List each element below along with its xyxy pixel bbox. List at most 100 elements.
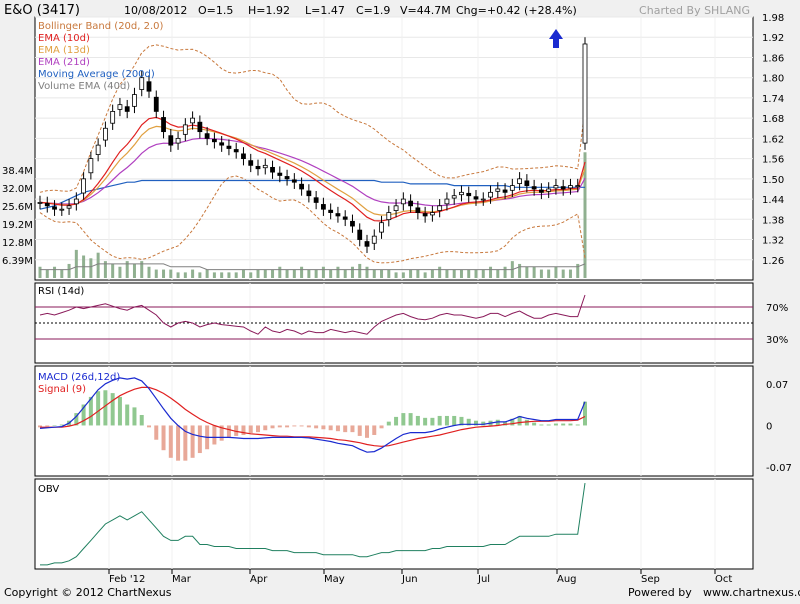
candle-body <box>350 220 355 227</box>
macd-histogram-bar <box>306 425 311 428</box>
volume-bar <box>474 269 478 278</box>
volume-bar <box>198 272 202 278</box>
candle-body <box>44 203 50 207</box>
candle-body <box>539 189 544 193</box>
macd-histogram-bar <box>444 415 449 426</box>
volume-bar <box>518 263 522 278</box>
macd-histogram-bar <box>117 396 122 426</box>
volume-bar <box>314 269 318 278</box>
chart-window: E&O (3417) 10/08/2012 O=1.5 H=1.92 L=1.4… <box>0 0 800 600</box>
candle-body <box>466 192 472 197</box>
candle-body <box>473 196 479 200</box>
change-label: Chg=+0.42 (+28.4%) <box>456 4 577 17</box>
macd-histogram-bar <box>386 421 391 426</box>
candle-body <box>386 212 392 221</box>
candle-body <box>437 205 443 211</box>
price-axis: 1.98 1.92 1.86 1.80 1.74 1.68 1.62 1.56 1.50 1.44… <box>762 13 784 267</box>
legend-entry: EMA (13d) <box>38 45 90 56</box>
candle-body <box>488 191 493 198</box>
volume-bar <box>53 266 57 278</box>
candle-body <box>509 185 515 191</box>
candle-body <box>568 185 573 189</box>
macd-histogram-bar <box>343 425 348 433</box>
macd-histogram-bar <box>292 425 297 427</box>
volume-bar <box>387 269 391 278</box>
candle-body <box>219 142 225 146</box>
macd-histogram-bar <box>45 425 50 427</box>
volume-tick-label: 38.4M <box>2 166 33 177</box>
charted-by-label: Charted By SHLANG <box>639 4 750 17</box>
candle-body <box>284 176 290 180</box>
volume-tick-label: 25.6M <box>2 202 33 213</box>
candle-body <box>204 133 210 139</box>
macd-histogram-bar <box>96 391 101 426</box>
volume-bar <box>147 266 151 278</box>
volume-bar <box>74 249 78 278</box>
low-label: L=1.47 <box>305 4 345 17</box>
rsi-panel <box>34 282 754 364</box>
volume-bar <box>220 272 224 278</box>
macd-histogram-bar <box>103 390 108 426</box>
volume-bar <box>227 272 231 278</box>
candle-body <box>560 186 566 190</box>
volume-bar <box>452 269 456 278</box>
legend-entry: EMA (10d) <box>38 33 90 44</box>
macd-histogram-bar <box>437 415 442 426</box>
macd-histogram-bar <box>314 425 319 429</box>
candle-body <box>335 213 341 217</box>
candle-body <box>146 81 152 92</box>
date-axis: Feb '12 Mar Apr May Jun Jul Aug Sep Oct <box>108 569 732 585</box>
macd-histogram-bar <box>408 413 413 426</box>
volume-tick-label: 12.8M <box>2 238 33 249</box>
date-tick-label: Apr <box>250 574 268 585</box>
price-tick-label: 1.62 <box>762 134 784 145</box>
volume-bar <box>256 269 260 278</box>
price-panel <box>34 16 754 281</box>
close-label: C=1.9 <box>356 4 390 17</box>
candle-body <box>524 180 530 186</box>
volume-bar <box>321 266 325 278</box>
volume-bar <box>205 269 209 278</box>
candle-body <box>248 160 254 166</box>
volume-bar <box>96 252 100 278</box>
macd-histogram-bar <box>350 425 355 433</box>
volume-bar <box>459 269 463 278</box>
volume-bar <box>176 272 180 278</box>
candle-body <box>182 124 188 135</box>
volume-bar <box>445 269 449 278</box>
candle-body <box>306 190 312 197</box>
macd-histogram-bar <box>568 423 573 426</box>
macd-histogram-bar <box>256 425 260 433</box>
volume-bar <box>336 266 340 278</box>
candle-body <box>364 241 370 247</box>
candle-body <box>342 216 348 220</box>
volume-bar <box>525 266 529 278</box>
macd-histogram-bar <box>401 413 406 426</box>
macd-histogram-bar <box>372 425 377 435</box>
volume-bar <box>292 269 296 278</box>
rsi-title: RSI (14d) <box>38 286 84 297</box>
volume-bar <box>547 269 551 278</box>
chart-canvas: E&O (3417) 10/08/2012 O=1.5 H=1.92 L=1.4… <box>2 3 800 599</box>
candle-body <box>59 208 65 211</box>
price-tick-label: 1.98 <box>762 13 784 24</box>
volume-bar <box>481 269 485 278</box>
price-tick-label: 1.44 <box>762 195 784 206</box>
price-tick-label: 1.50 <box>762 175 784 186</box>
volume-bar <box>438 266 442 278</box>
legend-entry: EMA (21d) <box>38 57 90 68</box>
candle-body <box>73 198 79 205</box>
volume-bar <box>191 269 195 278</box>
price-tick-label: 1.74 <box>762 94 784 105</box>
macd-histogram-bar <box>415 415 420 426</box>
volume-bar <box>358 263 362 278</box>
macd-histogram-bar <box>379 425 384 429</box>
macd-histogram-bar <box>561 423 566 426</box>
candle-body <box>190 117 196 124</box>
volume-bar <box>132 263 136 278</box>
candle-body <box>415 207 421 213</box>
candle-body <box>226 145 232 149</box>
candle-body <box>531 186 537 190</box>
candle-body <box>408 200 414 207</box>
candle-body <box>371 235 377 244</box>
